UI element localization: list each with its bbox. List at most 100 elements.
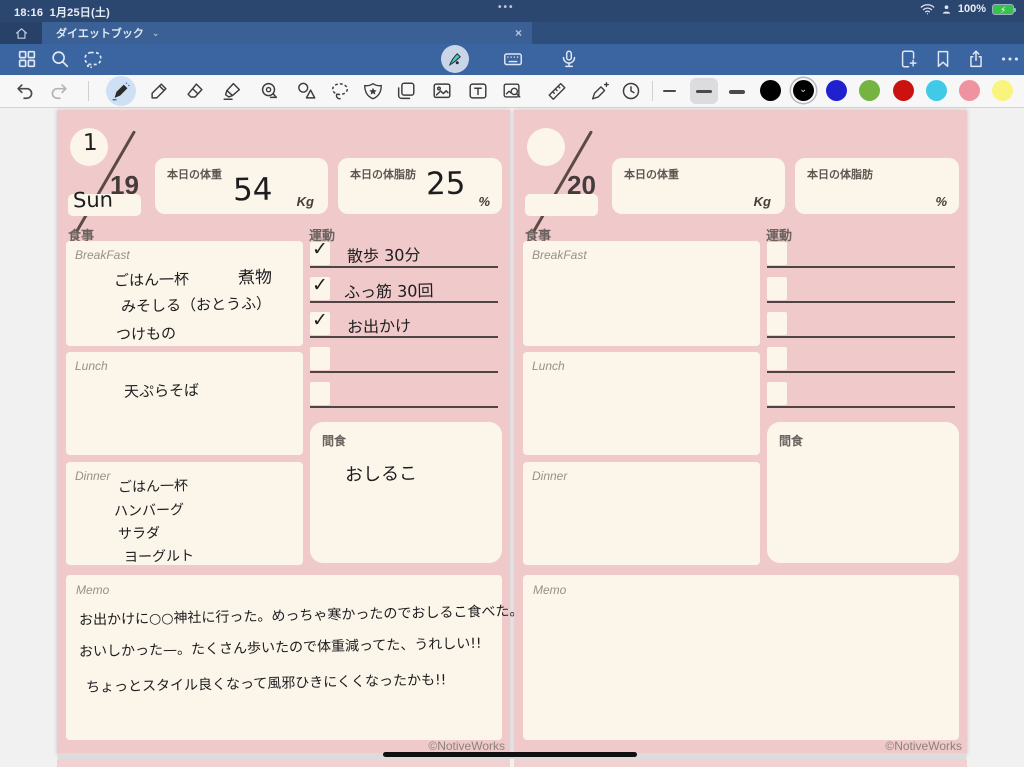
thumbnails-icon[interactable] bbox=[16, 48, 38, 70]
handwriting-line: ちょっとスタイル良くなって風邪ひきにくくなったかも!! bbox=[86, 669, 447, 697]
color-swatch-black-selected[interactable]: ⌄ bbox=[793, 80, 814, 101]
mic-icon[interactable] bbox=[558, 48, 580, 70]
pointer-pen-icon[interactable] bbox=[589, 80, 611, 102]
exercise-line bbox=[310, 266, 498, 268]
color-swatch-blue[interactable] bbox=[826, 80, 847, 101]
color-swatch-red[interactable] bbox=[893, 80, 914, 101]
pencil-icon[interactable] bbox=[148, 80, 170, 102]
month-circle[interactable] bbox=[527, 128, 565, 166]
multitask-dots[interactable]: ••• bbox=[498, 2, 515, 13]
color-swatch-cyan[interactable] bbox=[926, 80, 947, 101]
exercise-checkbox[interactable] bbox=[767, 242, 787, 265]
redo-icon[interactable] bbox=[48, 80, 70, 102]
weight-value-handwritten: 54 bbox=[233, 172, 273, 209]
person-icon bbox=[941, 4, 952, 15]
lunch-label: Lunch bbox=[75, 359, 108, 373]
weight-unit: Kg bbox=[297, 194, 314, 209]
tab-close-icon[interactable]: × bbox=[515, 26, 522, 40]
thickness-thin[interactable] bbox=[663, 90, 676, 92]
keyboard-mode-icon[interactable] bbox=[502, 48, 524, 70]
battery-charging-icon: ⚡ bbox=[992, 4, 1014, 15]
weight-box[interactable]: 本日の体重 Kg bbox=[612, 158, 785, 214]
divider bbox=[652, 81, 653, 101]
memo-box[interactable]: Memo bbox=[523, 575, 959, 740]
color-swatch-green[interactable] bbox=[859, 80, 880, 101]
exercise-line bbox=[767, 406, 955, 408]
more-icon[interactable] bbox=[999, 48, 1021, 70]
breakfast-label: BreakFast bbox=[532, 248, 587, 262]
highlighter-icon[interactable] bbox=[221, 80, 243, 102]
handwriting-line: ヨーグルト bbox=[124, 545, 194, 566]
breakfast-box[interactable]: BreakFast bbox=[523, 241, 760, 346]
journal-page-left[interactable]: 1 19 Sun 本日の体重 Kg 54 本日の体脂肪 % 25 食事 Brea… bbox=[57, 110, 510, 754]
weight-box[interactable]: 本日の体重 Kg 54 bbox=[155, 158, 328, 214]
page-footer: ©NotiveWorks bbox=[428, 739, 505, 753]
date-text: 1月25日(土) bbox=[50, 7, 110, 19]
color-swatch-yellow[interactable] bbox=[992, 80, 1013, 101]
tools-row: ⌄ bbox=[0, 75, 1024, 108]
snack-box[interactable]: 間食 おしるこ bbox=[310, 422, 502, 563]
share-icon[interactable] bbox=[965, 48, 987, 70]
weight-label: 本日の体重 bbox=[624, 166, 679, 182]
month-handwritten: 1 bbox=[83, 130, 98, 156]
lasso-icon[interactable] bbox=[329, 80, 351, 102]
memo-box[interactable]: Memo お出かけに○○神社に行った。めっちゃ寒かったのでおしるこ食べた。 おい… bbox=[66, 575, 502, 740]
pen-mode-button[interactable] bbox=[441, 45, 469, 73]
exercise-line bbox=[310, 406, 498, 408]
handwriting-line: ハンバーグ bbox=[114, 499, 184, 520]
exercise-line bbox=[767, 301, 955, 303]
home-indicator[interactable] bbox=[383, 752, 637, 757]
checkmark-handwritten: ✓ bbox=[312, 309, 328, 331]
handwriting-line: みそしる（おとうふ） bbox=[121, 292, 271, 316]
add-page-icon[interactable] bbox=[898, 48, 920, 70]
exercise-checkbox[interactable] bbox=[310, 382, 330, 405]
bookmark-icon[interactable] bbox=[932, 48, 954, 70]
bodyfat-label: 本日の体脂肪 bbox=[350, 166, 416, 182]
exercise-checkbox[interactable] bbox=[767, 312, 787, 335]
handwriting-line: ごはん一杯 bbox=[114, 268, 189, 291]
thickness-medium[interactable] bbox=[696, 90, 712, 93]
exercise-checkbox[interactable] bbox=[767, 347, 787, 370]
selected-check-icon: ⌄ bbox=[799, 84, 807, 95]
dinner-label: Dinner bbox=[75, 469, 110, 483]
handwriting-line: お出かけに○○神社に行った。めっちゃ寒かったのでおしるこ食べた。 bbox=[79, 600, 524, 629]
search-icon[interactable] bbox=[49, 48, 71, 70]
lunch-label: Lunch bbox=[532, 359, 565, 373]
snack-box[interactable]: 間食 bbox=[767, 422, 959, 563]
shapes-icon[interactable] bbox=[295, 80, 317, 102]
photo-search-icon[interactable] bbox=[501, 80, 523, 102]
bodyfat-box[interactable]: 本日の体脂肪 % bbox=[795, 158, 959, 214]
color-swatch-pink[interactable] bbox=[959, 80, 980, 101]
lunch-box[interactable]: Lunch 天ぷらそば bbox=[66, 352, 303, 455]
exercise-checkbox[interactable] bbox=[767, 277, 787, 300]
dinner-box[interactable]: Dinner bbox=[523, 462, 760, 565]
eraser-icon[interactable] bbox=[184, 80, 206, 102]
journal-page-right[interactable]: 20 本日の体重 Kg 本日の体脂肪 % 食事 BreakFast Lunch … bbox=[514, 110, 967, 754]
timer-icon[interactable] bbox=[620, 80, 642, 102]
exercise-checkbox[interactable] bbox=[310, 347, 330, 370]
breakfast-label: BreakFast bbox=[75, 248, 130, 262]
image-icon[interactable] bbox=[431, 80, 453, 102]
tape-icon[interactable] bbox=[258, 80, 280, 102]
wifi-icon bbox=[920, 3, 935, 15]
undo-icon[interactable] bbox=[14, 80, 36, 102]
notebook-tab[interactable]: ダイエットブック ⌄ × bbox=[42, 22, 532, 44]
pages-icon[interactable] bbox=[395, 80, 417, 102]
lunch-box[interactable]: Lunch bbox=[523, 352, 760, 455]
home-button[interactable] bbox=[0, 22, 42, 44]
chevron-down-icon[interactable]: ⌄ bbox=[152, 28, 160, 39]
breakfast-box[interactable]: BreakFast ごはん一杯 みそしる（おとうふ） つけもの 煮物 bbox=[66, 241, 303, 346]
dinner-box[interactable]: Dinner ごはん一杯 ハンバーグ サラダ ヨーグルト bbox=[66, 462, 303, 565]
fountain-pen-icon[interactable] bbox=[110, 80, 132, 102]
bodyfat-box[interactable]: 本日の体脂肪 % 25 bbox=[338, 158, 502, 214]
thickness-thick[interactable] bbox=[729, 90, 745, 94]
weekday-box[interactable] bbox=[525, 194, 598, 216]
elements-icon[interactable] bbox=[362, 80, 384, 102]
color-swatch-black[interactable] bbox=[760, 80, 781, 101]
text-icon[interactable] bbox=[467, 80, 489, 102]
main-toolbar bbox=[0, 44, 1024, 75]
exercise-checkbox[interactable] bbox=[767, 382, 787, 405]
ai-chat-icon[interactable] bbox=[82, 48, 104, 70]
ruler-icon[interactable] bbox=[546, 80, 568, 102]
handwriting-line: ふっ筋 30回 bbox=[344, 277, 434, 303]
